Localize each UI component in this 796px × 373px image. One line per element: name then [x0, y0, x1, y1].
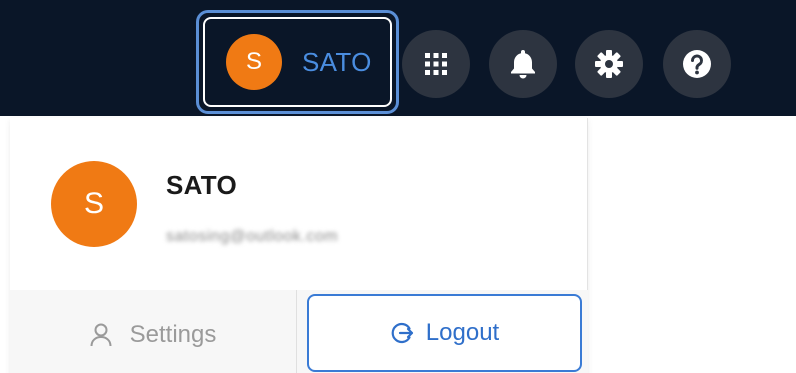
help-button[interactable]: [663, 30, 731, 98]
screen: S SATO S SATO satosing@outlook.com Setti…: [0, 0, 796, 373]
logout-label: Logout: [425, 319, 500, 346]
profile-section: S SATO satosing@outlook.com: [10, 118, 588, 290]
profile-name: SATO: [166, 170, 238, 200]
avatar: S: [226, 34, 282, 90]
help-icon: [683, 50, 711, 78]
logout-button[interactable]: Logout: [307, 294, 582, 372]
user-account-button[interactable]: S SATO: [196, 10, 399, 114]
top-navigation-bar: S SATO: [0, 0, 796, 116]
settings-button[interactable]: [575, 30, 643, 98]
settings-label: Settings: [129, 321, 217, 348]
menu-actions: Settings Logout: [10, 290, 588, 373]
gear-icon: [595, 50, 623, 78]
profile-email: satosing@outlook.com: [166, 228, 339, 245]
avatar: S: [51, 161, 137, 247]
avatar-initial: S: [245, 48, 262, 75]
user-icon: [90, 323, 112, 347]
user-account-button-focus-ring: S SATO: [203, 17, 392, 107]
avatar-initial: S: [83, 187, 104, 220]
user-name: SATO: [302, 46, 372, 77]
apps-button[interactable]: [402, 30, 470, 98]
logout-icon: [391, 322, 413, 344]
notifications-button[interactable]: [489, 30, 557, 98]
apps-grid-icon: [425, 53, 447, 75]
settings-menu-button[interactable]: Settings: [10, 290, 297, 373]
bell-icon: [511, 50, 535, 79]
user-menu-dropdown: S SATO satosing@outlook.com Settings Log…: [10, 118, 588, 373]
